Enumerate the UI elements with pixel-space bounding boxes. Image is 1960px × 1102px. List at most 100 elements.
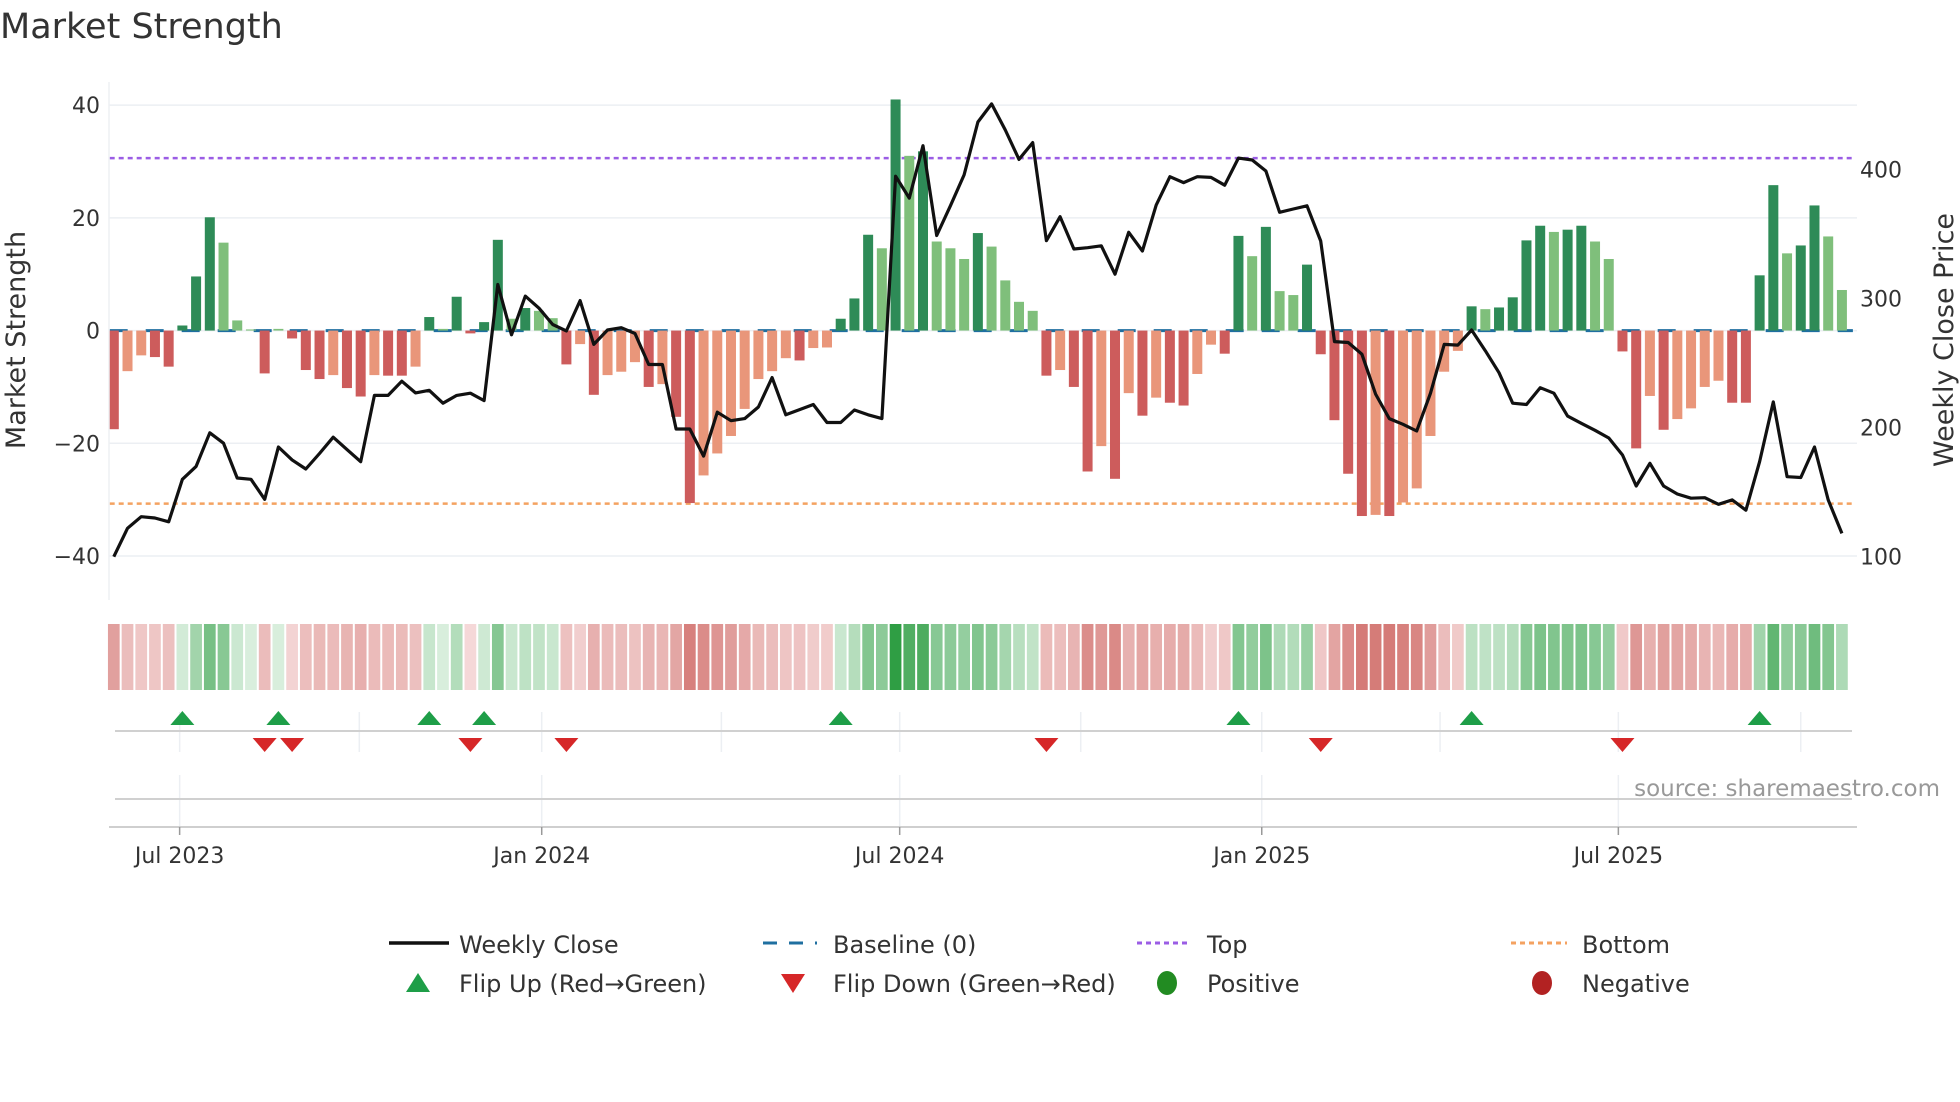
positive-bar: [451, 296, 462, 331]
strip-cell: [1109, 624, 1121, 690]
positive-bar: [1562, 229, 1573, 331]
negative-bar: [575, 330, 586, 345]
strip-cell: [272, 624, 285, 690]
positive-bar: [1795, 245, 1806, 331]
strip-cell: [697, 624, 710, 690]
y-tick-label: −20: [54, 432, 100, 457]
strip-cell: [1273, 624, 1286, 690]
legend-top: Top: [1206, 931, 1248, 959]
negative-bar: [369, 330, 380, 376]
strip-cell: [258, 624, 271, 690]
flip-down-marker: [252, 738, 277, 752]
negative-bar: [1411, 330, 1422, 489]
strip-cell: [299, 624, 312, 690]
y2-tick-label: 400: [1860, 159, 1902, 184]
legend-negative: Negative: [1582, 970, 1690, 998]
negative-bar: [753, 330, 764, 380]
positive-bar: [835, 318, 846, 331]
strip-cell: [1054, 624, 1067, 690]
strip-cell: [1301, 624, 1313, 690]
strip-cell: [793, 624, 806, 690]
negative-bar: [410, 330, 421, 367]
strip-cell: [1575, 624, 1588, 690]
strip-cell: [1397, 624, 1409, 690]
strip-cell: [313, 624, 326, 690]
negative-bar: [1068, 330, 1079, 387]
strip-cell: [683, 624, 696, 690]
x-tick-label: Jul 2024: [853, 844, 945, 869]
negative-bar: [739, 330, 750, 409]
strip-cell: [1753, 624, 1766, 690]
strip-cell: [505, 624, 518, 690]
strip-cell: [245, 624, 257, 690]
strip-cell: [587, 624, 600, 690]
chart-title: Market Strength: [0, 7, 283, 47]
positive-bar: [273, 328, 284, 331]
strip-cell: [1644, 624, 1656, 690]
negative-bar: [1082, 330, 1093, 472]
market-strength-chart: Market Strength 40200−20−40400300200100J…: [0, 7, 1960, 998]
strip-cell: [1424, 624, 1437, 690]
strip-cell: [1479, 624, 1492, 690]
strip-cell: [670, 624, 682, 690]
negative-bar: [287, 330, 298, 339]
strip-cell: [1328, 624, 1341, 690]
positive-bar: [972, 233, 983, 331]
negative-bar: [328, 330, 339, 376]
flip-down-marker: [1034, 738, 1059, 752]
negative-bar: [1096, 330, 1107, 447]
negative-bar: [1699, 330, 1710, 387]
strip-cell: [1712, 624, 1725, 690]
strip-cell: [1068, 624, 1080, 690]
legend-weekly-close: Weekly Close: [459, 931, 619, 959]
strip-cell: [862, 624, 874, 690]
negative-bar: [1686, 330, 1697, 409]
y-axis-label: Market Strength: [1, 231, 32, 449]
strip-cell: [121, 624, 134, 690]
negative-bar: [1384, 330, 1395, 517]
strip-cell: [1657, 624, 1670, 690]
strip-cell: [450, 624, 463, 690]
negative-bar: [1370, 330, 1381, 515]
negative-bar: [712, 330, 723, 454]
flip-down-marker: [280, 738, 305, 752]
strip-cell: [1232, 624, 1245, 690]
positive-dot-icon: [1157, 971, 1177, 995]
strip-cell: [1548, 624, 1560, 690]
flip-down-marker: [554, 738, 579, 752]
legend: Weekly Close Baseline (0) Top Bottom Fli…: [389, 931, 1690, 998]
strip-cell: [1287, 624, 1300, 690]
negative-bar: [1343, 330, 1354, 474]
flip-up-marker: [472, 711, 497, 725]
strip-cell: [711, 624, 724, 690]
strip-cell: [848, 624, 861, 690]
strip-cell: [1164, 624, 1176, 690]
strip-cell: [738, 624, 751, 690]
strip-cell: [1465, 624, 1478, 690]
strip-cell: [1685, 624, 1697, 690]
negative-bar: [821, 330, 832, 348]
flip-up-marker: [266, 711, 291, 725]
negative-bar: [1740, 330, 1751, 403]
strip-cell: [821, 624, 833, 690]
y-tick-label: −40: [54, 545, 100, 570]
legend-baseline: Baseline (0): [833, 931, 976, 959]
strip-cell: [1534, 624, 1547, 690]
positive-bar: [959, 258, 970, 331]
negative-bar: [808, 330, 819, 349]
strip-cell: [1218, 624, 1231, 690]
flip-down-icon: [781, 974, 805, 993]
negative-bar: [108, 330, 119, 430]
strip-cell: [491, 624, 504, 690]
strip-cell: [107, 624, 120, 690]
strip-cell: [903, 624, 916, 690]
negative-bar: [465, 330, 476, 334]
negative-bar: [396, 330, 407, 376]
strip-cell: [1671, 624, 1684, 690]
y-tick-label: 40: [72, 94, 100, 119]
strip-cell: [1369, 624, 1382, 690]
positive-bar: [437, 328, 448, 331]
strip-cell: [1822, 624, 1835, 690]
x-tick-label: Jul 2025: [1572, 844, 1664, 869]
negative-bar: [300, 330, 311, 371]
